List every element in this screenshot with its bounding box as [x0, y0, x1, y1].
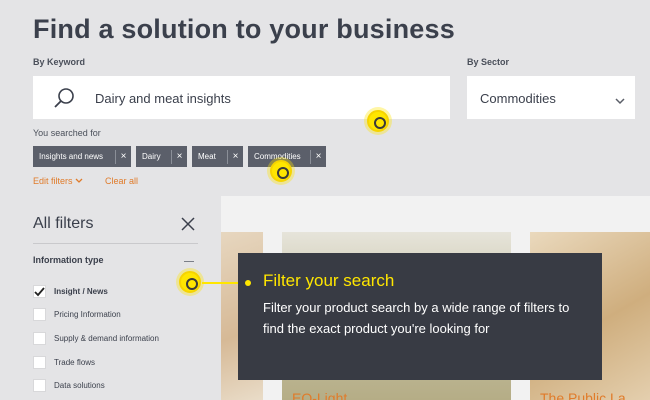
keyword-search-input[interactable]: Dairy and meat insights: [33, 76, 450, 119]
page-title: Find a solution to your business: [33, 14, 455, 44]
filter-option-label: Trade flows: [54, 358, 96, 367]
remove-chip-icon[interactable]: ×: [115, 149, 131, 164]
remove-chip-icon[interactable]: ×: [227, 149, 243, 164]
edit-filters-link[interactable]: Edit filters: [33, 176, 83, 186]
checkmark-icon: [34, 287, 45, 297]
close-icon[interactable]: [181, 217, 195, 236]
chip-dairy: Dairy ×: [136, 146, 187, 167]
checkbox[interactable]: [33, 308, 46, 321]
filter-option[interactable]: Trade flows: [33, 356, 95, 369]
chip-label: Insights and news: [39, 152, 104, 161]
keyword-value: Dairy and meat insights: [95, 91, 231, 106]
sector-value: Commodities: [480, 91, 556, 106]
checkbox[interactable]: [33, 332, 46, 345]
tooltip-title: Filter your search: [263, 271, 395, 290]
checkbox[interactable]: [33, 285, 46, 298]
chip-insights-and-news: Insights and news ×: [33, 146, 131, 167]
filters-heading: All filters: [33, 215, 94, 232]
remove-chip-icon[interactable]: ×: [171, 149, 187, 164]
clear-all-link[interactable]: Clear all: [105, 176, 138, 186]
filters-panel: All filters Information type Insight / N…: [0, 196, 221, 400]
checkbox[interactable]: [33, 356, 46, 369]
remove-chip-icon[interactable]: ×: [310, 149, 326, 164]
chevron-down-icon: [75, 178, 83, 183]
chip-meat: Meat ×: [192, 146, 243, 167]
divider: [33, 243, 198, 244]
filter-option[interactable]: Insight / News: [33, 285, 108, 298]
filter-option-label: Data solutions: [54, 381, 105, 390]
tooltip-pointer-dot: [245, 280, 251, 286]
tooltip-text: Filter your product search by a wide ran…: [263, 300, 570, 336]
result-card-title[interactable]: EQ-Light: [292, 390, 347, 400]
filter-option[interactable]: Supply & demand information: [33, 332, 159, 345]
tooltip: Filter your search Filter your product s…: [238, 253, 602, 380]
filter-option-label: Insight / News: [54, 287, 108, 296]
checkbox[interactable]: [33, 379, 46, 392]
search-header: Find a solution to your business By Keyw…: [0, 0, 650, 196]
filter-option-label: Supply & demand information: [54, 334, 159, 343]
sector-select[interactable]: Commodities: [467, 76, 635, 119]
information-type-heading: Information type: [33, 255, 104, 265]
hotspot-marker: [367, 110, 389, 132]
filter-option[interactable]: Pricing Information: [33, 308, 121, 321]
chip-label: Meat: [198, 152, 216, 161]
hotspot-marker: [179, 271, 201, 293]
sector-label: By Sector: [467, 57, 510, 67]
result-card-title[interactable]: The Public La: [540, 390, 626, 400]
filter-links: Edit filters Clear all: [33, 176, 138, 186]
searched-label: You searched for: [33, 128, 101, 138]
hotspot-marker: [270, 160, 292, 182]
filter-option[interactable]: Data solutions: [33, 379, 105, 392]
magnifier-icon: [53, 87, 75, 114]
edit-filters-label: Edit filters: [33, 176, 73, 186]
chevron-down-icon: [615, 92, 625, 110]
collapse-icon[interactable]: [184, 261, 194, 262]
keyword-label: By Keyword: [33, 57, 86, 67]
filter-option-label: Pricing Information: [54, 310, 121, 319]
chip-label: Dairy: [142, 152, 161, 161]
